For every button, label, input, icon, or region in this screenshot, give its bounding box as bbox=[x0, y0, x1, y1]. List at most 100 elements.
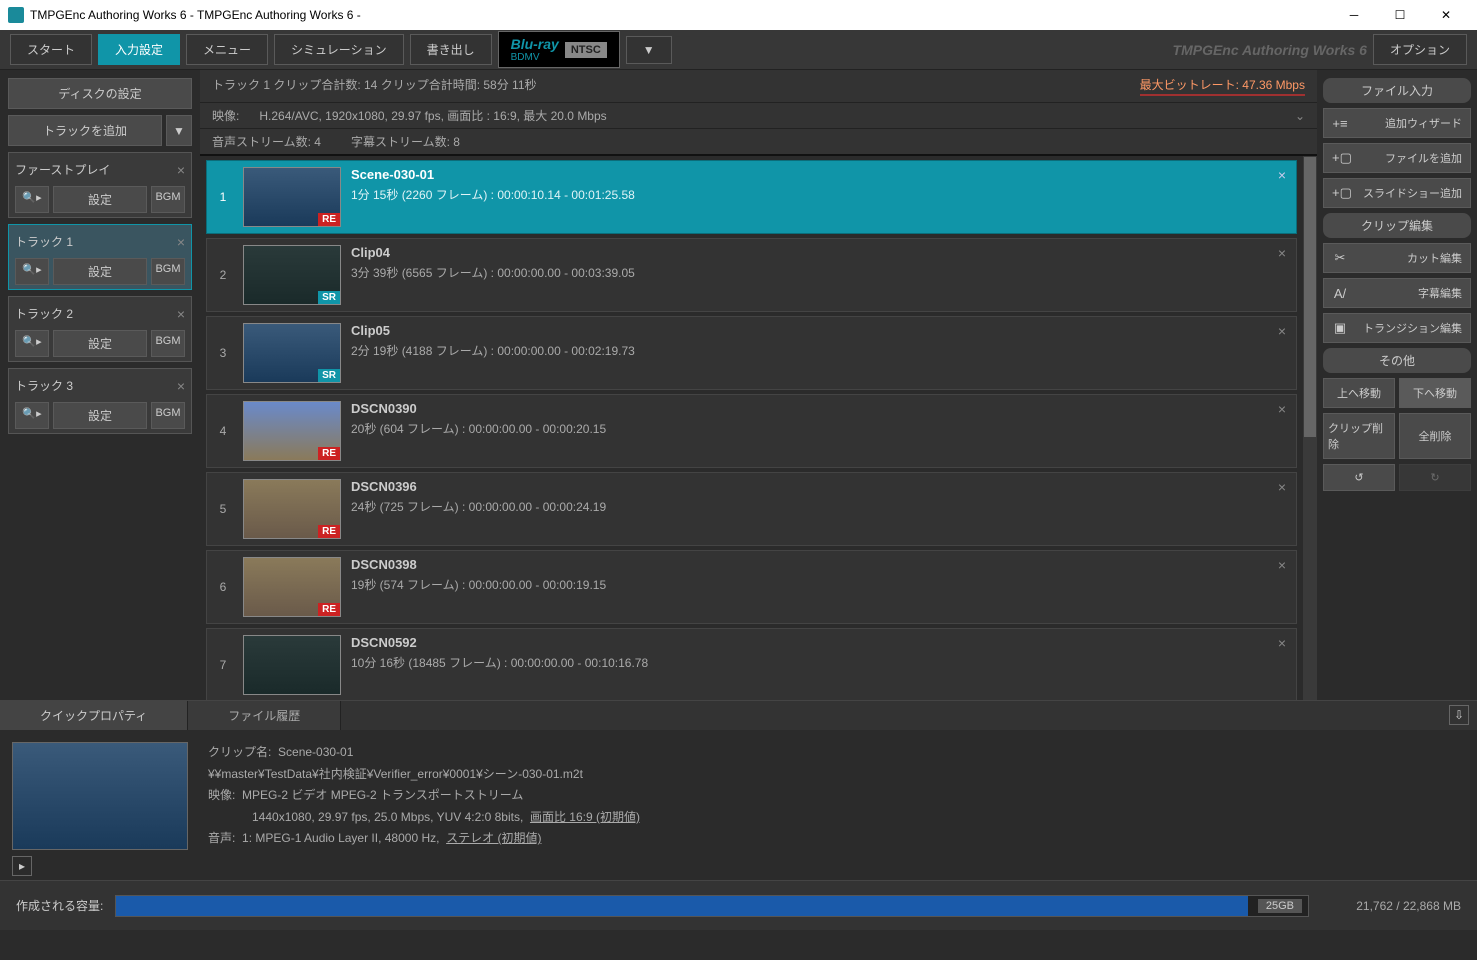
add-track-dropdown[interactable]: ▼ bbox=[166, 115, 192, 146]
window-title: TMPGEnc Authoring Works 6 - TMPGEnc Auth… bbox=[30, 8, 1331, 22]
close-window-button[interactable]: ✕ bbox=[1423, 0, 1469, 30]
track-2-bgm-button[interactable]: BGM bbox=[151, 330, 185, 357]
track-3-box[interactable]: トラック 3 × 🔍▸ 設定 BGM bbox=[8, 368, 192, 434]
format-sub: BDMV bbox=[511, 52, 559, 63]
clip-row[interactable]: 7 DSCN0592 10分 16秒 (18485 フレーム) : 00:00:… bbox=[206, 628, 1297, 700]
close-icon[interactable]: × bbox=[177, 378, 185, 394]
close-icon[interactable]: × bbox=[1278, 635, 1286, 651]
format-indicator[interactable]: Blu-ray BDMV NTSC bbox=[498, 31, 620, 68]
clip-row[interactable]: 6 RE DSCN0398 19秒 (574 フレーム) : 00:00:00.… bbox=[206, 550, 1297, 624]
maximize-button[interactable]: ☐ bbox=[1377, 0, 1423, 30]
menu-button[interactable]: メニュー bbox=[186, 34, 268, 65]
subtitle-edit-button[interactable]: A/字幕編集 bbox=[1323, 278, 1471, 308]
expand-down-icon[interactable]: ⇩ bbox=[1449, 705, 1469, 725]
clip-delete-button[interactable]: クリップ削除 bbox=[1323, 413, 1395, 459]
track-info-bar: トラック 1 クリップ合計数: 14 クリップ合計時間: 58分 11秒 最大ビ… bbox=[200, 70, 1317, 103]
play-button[interactable]: ▸ bbox=[12, 856, 32, 876]
format-dropdown[interactable]: ▼ bbox=[626, 36, 672, 64]
capacity-fill bbox=[116, 896, 1248, 916]
add-slideshow-button[interactable]: +▢スライドショー追加 bbox=[1323, 178, 1471, 208]
track-3-bgm-button[interactable]: BGM bbox=[151, 402, 185, 429]
brand-label: TMPGEnc Authoring Works 6 bbox=[1173, 42, 1367, 58]
clip-index: 7 bbox=[213, 658, 233, 672]
clip-row[interactable]: 1 RE Scene-030-01 1分 15秒 (2260 フレーム) : 0… bbox=[206, 160, 1297, 234]
capacity-stat: 21,762 / 22,868 MB bbox=[1321, 899, 1461, 913]
option-button[interactable]: オプション bbox=[1373, 34, 1467, 65]
clip-path: ¥¥master¥TestData¥社内検証¥Verifier_error¥00… bbox=[208, 764, 1465, 786]
track-label: トラック 3 bbox=[15, 377, 73, 394]
audio-format: 1: MPEG-1 Audio Layer II, 48000 Hz, bbox=[242, 831, 439, 845]
cut-edit-button[interactable]: ✂カット編集 bbox=[1323, 243, 1471, 273]
clip-title: DSCN0390 bbox=[351, 401, 1290, 416]
search-icon[interactable]: 🔍▸ bbox=[15, 186, 49, 213]
preview-thumbnail bbox=[12, 742, 188, 850]
move-up-button[interactable]: 上へ移動 bbox=[1323, 378, 1395, 408]
search-icon[interactable]: 🔍▸ bbox=[15, 258, 49, 285]
firstplay-bgm-button[interactable]: BGM bbox=[151, 186, 185, 213]
audio-streams-label: 音声ストリーム数: 4 bbox=[212, 133, 321, 150]
clip-row[interactable]: 4 RE DSCN0390 20秒 (604 フレーム) : 00:00:00.… bbox=[206, 394, 1297, 468]
firstplay-settings-button[interactable]: 設定 bbox=[53, 186, 147, 213]
clip-title: Clip04 bbox=[351, 245, 1290, 260]
transition-edit-button[interactable]: ▣トランジション編集 bbox=[1323, 313, 1471, 343]
close-icon[interactable]: × bbox=[1278, 557, 1286, 573]
close-icon[interactable]: × bbox=[177, 234, 185, 250]
scrollbar-thumb[interactable] bbox=[1304, 157, 1316, 437]
chevron-down-icon[interactable]: ⌄ bbox=[1295, 109, 1305, 123]
max-bitrate-label: 最大ビットレート: 47.36 Mbps bbox=[1140, 76, 1305, 96]
close-icon[interactable]: × bbox=[177, 306, 185, 322]
bottom-panel: クイックプロパティ ファイル履歴 ⇩ ▸ クリップ名: Scene-030-01… bbox=[0, 700, 1477, 880]
clip-thumbnail bbox=[243, 635, 341, 695]
add-file-button[interactable]: +▢ファイルを追加 bbox=[1323, 143, 1471, 173]
tab-file-history[interactable]: ファイル履歴 bbox=[188, 701, 341, 730]
track-1-settings-button[interactable]: 設定 bbox=[53, 258, 147, 285]
clip-row[interactable]: 2 SR Clip04 3分 39秒 (6565 フレーム) : 00:00:0… bbox=[206, 238, 1297, 312]
clip-info: クリップ名: Scene-030-01 ¥¥master¥TestData¥社内… bbox=[208, 742, 1465, 868]
titlebar: TMPGEnc Authoring Works 6 - TMPGEnc Auth… bbox=[0, 0, 1477, 30]
clip-badge: RE bbox=[318, 447, 340, 460]
track-3-settings-button[interactable]: 設定 bbox=[53, 402, 147, 429]
undo-button[interactable]: ↺ bbox=[1323, 464, 1395, 491]
scrollbar[interactable] bbox=[1303, 156, 1317, 700]
clip-row[interactable]: 5 RE DSCN0396 24秒 (725 フレーム) : 00:00:00.… bbox=[206, 472, 1297, 546]
all-delete-button[interactable]: 全削除 bbox=[1399, 413, 1471, 459]
input-settings-button[interactable]: 入力設定 bbox=[98, 34, 180, 65]
move-down-button[interactable]: 下へ移動 bbox=[1399, 378, 1471, 408]
video-details: 1440x1080, 29.97 fps, 25.0 Mbps, YUV 4:2… bbox=[252, 810, 523, 824]
plus-file-icon: +▢ bbox=[1332, 150, 1348, 166]
main-toolbar: スタート 入力設定 メニュー シミュレーション 書き出し Blu-ray BDM… bbox=[0, 30, 1477, 70]
close-icon[interactable]: × bbox=[1278, 479, 1286, 495]
close-icon[interactable]: × bbox=[177, 162, 185, 178]
close-icon[interactable]: × bbox=[1278, 167, 1286, 183]
simulation-button[interactable]: シミュレーション bbox=[274, 34, 404, 65]
redo-button[interactable]: ↻ bbox=[1399, 464, 1471, 491]
clip-row[interactable]: 3 SR Clip05 2分 19秒 (4188 フレーム) : 00:00:0… bbox=[206, 316, 1297, 390]
clip-name-value: Scene-030-01 bbox=[278, 745, 353, 759]
add-track-button[interactable]: トラックを追加 bbox=[8, 115, 162, 146]
add-wizard-button[interactable]: +≡追加ウィザード bbox=[1323, 108, 1471, 138]
clip-title: DSCN0398 bbox=[351, 557, 1290, 572]
start-button[interactable]: スタート bbox=[10, 34, 92, 65]
aspect-ratio-link[interactable]: 画面比 16:9 (初期値) bbox=[530, 810, 640, 824]
track-summary: トラック 1 クリップ合計数: 14 クリップ合計時間: 58分 11秒 bbox=[212, 76, 537, 96]
track-2-settings-button[interactable]: 設定 bbox=[53, 330, 147, 357]
audio-mode-link[interactable]: ステレオ (初期値) bbox=[446, 831, 541, 845]
format-main: Blu-ray bbox=[511, 36, 559, 52]
track-1-bgm-button[interactable]: BGM bbox=[151, 258, 185, 285]
export-button[interactable]: 書き出し bbox=[410, 34, 492, 65]
minimize-button[interactable]: ─ bbox=[1331, 0, 1377, 30]
close-icon[interactable]: × bbox=[1278, 401, 1286, 417]
close-icon[interactable]: × bbox=[1278, 323, 1286, 339]
video-format: MPEG-2 ビデオ MPEG-2 トランスポートストリーム bbox=[242, 788, 523, 802]
search-icon[interactable]: 🔍▸ bbox=[15, 402, 49, 429]
clip-list: 1 RE Scene-030-01 1分 15秒 (2260 フレーム) : 0… bbox=[200, 156, 1317, 700]
track-1-box[interactable]: トラック 1 × 🔍▸ 設定 BGM bbox=[8, 224, 192, 290]
video-label: 映像: bbox=[212, 109, 239, 123]
clip-badge: SR bbox=[318, 291, 340, 304]
tab-quick-property[interactable]: クイックプロパティ bbox=[0, 701, 188, 730]
search-icon[interactable]: 🔍▸ bbox=[15, 330, 49, 357]
close-icon[interactable]: × bbox=[1278, 245, 1286, 261]
disc-settings-button[interactable]: ディスクの設定 bbox=[8, 78, 192, 109]
clip-index: 5 bbox=[213, 502, 233, 516]
track-2-box[interactable]: トラック 2 × 🔍▸ 設定 BGM bbox=[8, 296, 192, 362]
